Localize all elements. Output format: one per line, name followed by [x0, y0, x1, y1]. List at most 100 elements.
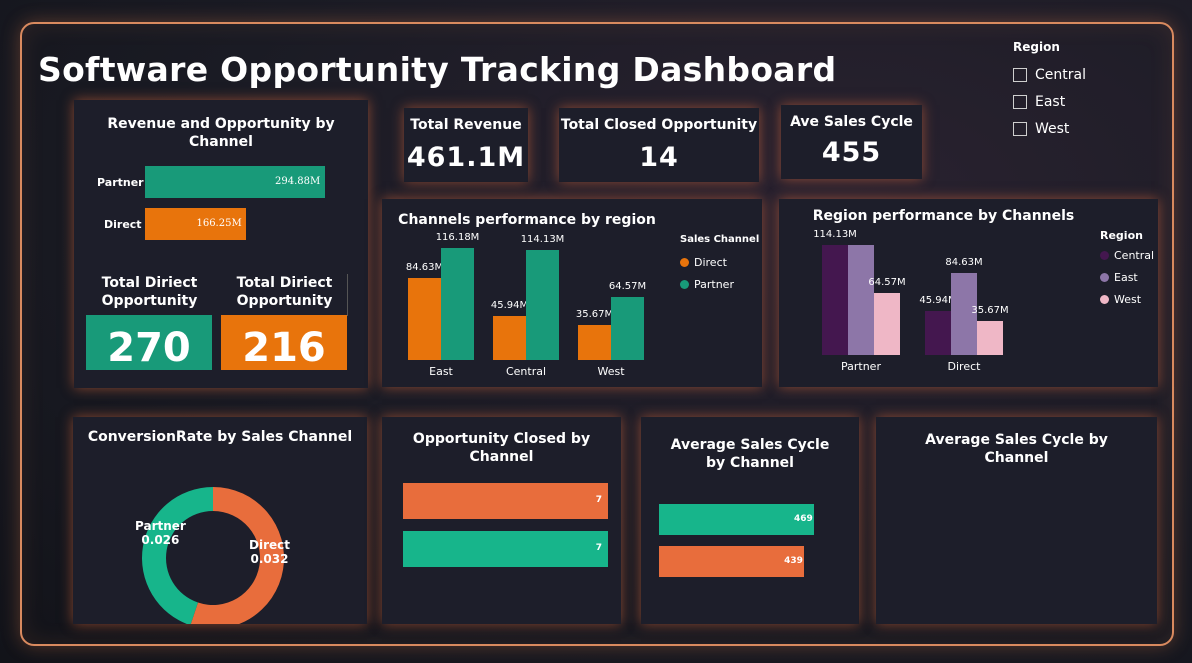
bar-value-label: 439	[784, 555, 803, 566]
bar-value-label: 469	[794, 513, 813, 524]
plot-area: 77	[403, 483, 608, 571]
bar-central-direct[interactable]	[925, 310, 951, 355]
card-title: Average Sales Cycle by Channel	[670, 437, 830, 471]
legend-item-central[interactable]: Central	[1100, 244, 1154, 266]
bar-direct-central[interactable]	[493, 315, 526, 360]
bar-value-label: 294.88M	[275, 176, 321, 187]
partner-opportunity-value: 216	[221, 315, 347, 370]
bar-1[interactable]	[659, 546, 805, 577]
bar-direct-west[interactable]	[578, 325, 611, 360]
region-by-channels-card[interactable]: Region performance by Channels 114.13M 64…	[779, 199, 1158, 387]
plot-area: 469 439	[659, 504, 839, 579]
slice-name: Direct	[249, 538, 290, 552]
bar-value-label: 114.13M	[520, 233, 565, 245]
card-title: Region performance by Channels	[812, 208, 1075, 224]
category-label: Central	[505, 365, 547, 378]
checkbox-icon[interactable]	[1013, 121, 1027, 136]
legend-label: Central	[1114, 248, 1155, 262]
slice-value: 0.032	[250, 552, 289, 566]
avg-sales-cycle-card[interactable]: Average Sales Cycle by Channel 469 439	[641, 417, 859, 624]
slicer-item-east[interactable]: East	[1013, 88, 1123, 115]
bar-east-partner[interactable]	[848, 244, 874, 355]
legend-item-partner[interactable]: Partner	[680, 273, 759, 295]
divider	[347, 274, 348, 316]
legend-dot	[1100, 294, 1109, 304]
category-label: Partner	[841, 360, 881, 373]
bar-value-label: 7	[595, 543, 602, 553]
category-label: Direct	[947, 360, 981, 373]
bar-value-label: 116.18M	[435, 231, 480, 243]
slicer-item-label: West	[1035, 120, 1070, 137]
partner-opportunity-label: Total Diriect Opportunity	[236, 275, 333, 309]
kpi-value: 455	[821, 137, 882, 168]
category-label: East	[429, 365, 453, 378]
kpi-label: Total Closed Opportunity	[560, 117, 758, 133]
category-label: Direct	[104, 218, 142, 231]
legend-item-direct[interactable]: Direct	[680, 251, 759, 273]
plot-area: 114.13M 64.57M Partner 45.94M 84.63M 35.67M Di…	[789, 229, 1089, 373]
bar-value-label: 84.63M	[945, 257, 983, 269]
donut-slice-partner[interactable]	[142, 487, 213, 624]
ave-sales-cycle-card[interactable]: Ave Sales Cycle 455	[781, 105, 922, 179]
bar-central-partner[interactable]	[822, 244, 848, 355]
bar-partner-east[interactable]	[441, 247, 474, 360]
card-title: Revenue and Opportunity by Channel	[107, 116, 335, 150]
avg-sales-cycle-empty-card[interactable]: Average Sales Cycle by Channel	[876, 417, 1157, 624]
plot-area: 84.63M 116.18M East 45.94M 114.13M Central 35.…	[392, 232, 672, 378]
legend-dot	[680, 279, 689, 289]
bar-west-direct[interactable]	[977, 320, 1003, 355]
category-label: Partner	[97, 176, 144, 189]
bar-value-label: 114.13M	[813, 228, 857, 240]
page-title: Software Opportunity Tracking Dashboard	[38, 50, 837, 89]
kpi-label: Ave Sales Cycle	[790, 114, 913, 130]
bar-partner-central[interactable]	[526, 249, 559, 360]
checkbox-icon[interactable]	[1013, 94, 1027, 109]
bar-1[interactable]	[403, 531, 608, 567]
legend-dot	[1100, 250, 1109, 260]
legend-title: Region	[1100, 229, 1143, 242]
slicer-item-label: East	[1035, 93, 1066, 110]
slicer-title: Region	[1013, 40, 1060, 54]
legend-item-west[interactable]: West	[1100, 288, 1154, 310]
legend-item-east[interactable]: East	[1100, 266, 1154, 288]
checkbox-icon[interactable]	[1013, 67, 1027, 82]
conversion-rate-card[interactable]: ConversionRate by Sales Channel Direct 0…	[73, 417, 367, 624]
slicer-item-label: Central	[1035, 66, 1086, 83]
card-title: Average Sales Cycle by Channel	[925, 432, 1108, 466]
kpi-value: 461.1M	[406, 142, 526, 173]
chart-legend: Sales Channel Direct Partner	[680, 234, 759, 295]
category-label: West	[597, 365, 625, 378]
chart-legend: Region Central East West	[1100, 229, 1154, 310]
bar-0[interactable]	[403, 483, 608, 519]
legend-label: Partner	[694, 277, 734, 291]
card-title: Opportunity Closed by Channel	[412, 431, 591, 465]
total-closed-card[interactable]: Total Closed Opportunity 14	[559, 108, 759, 182]
bar-value-label: 35.67M	[971, 304, 1009, 316]
slicer-item-west[interactable]: West	[1013, 115, 1123, 142]
bar-value-label: 64.57M	[608, 281, 647, 293]
slice-label-partner: Partner 0.026	[135, 519, 186, 547]
bar-partner-west[interactable]	[611, 297, 644, 360]
slice-label-direct: Direct 0.032	[249, 538, 290, 566]
channels-by-region-card[interactable]: Channels performance by region 84.63M 116…	[382, 199, 762, 387]
bar-value-label: 7	[595, 495, 602, 505]
legend-title: Sales Channel	[680, 234, 760, 245]
slice-value: 0.026	[141, 533, 180, 547]
bar-0[interactable]	[659, 504, 814, 535]
region-slicer: Region Central East West	[1013, 40, 1123, 142]
bar-direct-east[interactable]	[408, 278, 441, 360]
bar-west-partner[interactable]	[874, 292, 900, 355]
bar-value-label: 166.25M	[196, 218, 242, 229]
direct-opportunity-label: Total Diriect Opportunity	[101, 275, 198, 309]
donut-chart	[142, 487, 284, 624]
closed-by-channel-card[interactable]: Opportunity Closed by Channel 77	[382, 417, 621, 624]
legend-dot	[680, 257, 689, 267]
legend-label: West	[1114, 292, 1142, 306]
slicer-item-central[interactable]: Central	[1013, 61, 1123, 88]
direct-opportunity-value: 270	[86, 315, 212, 370]
card-title: Channels performance by region	[398, 212, 656, 228]
total-revenue-card[interactable]: Total Revenue 461.1M	[404, 108, 528, 182]
kpi-value: 14	[639, 142, 679, 173]
bar-value-label: 64.57M	[868, 276, 906, 288]
revenue-opportunity-card[interactable]: Revenue and Opportunity by Channel Partn…	[74, 100, 368, 388]
